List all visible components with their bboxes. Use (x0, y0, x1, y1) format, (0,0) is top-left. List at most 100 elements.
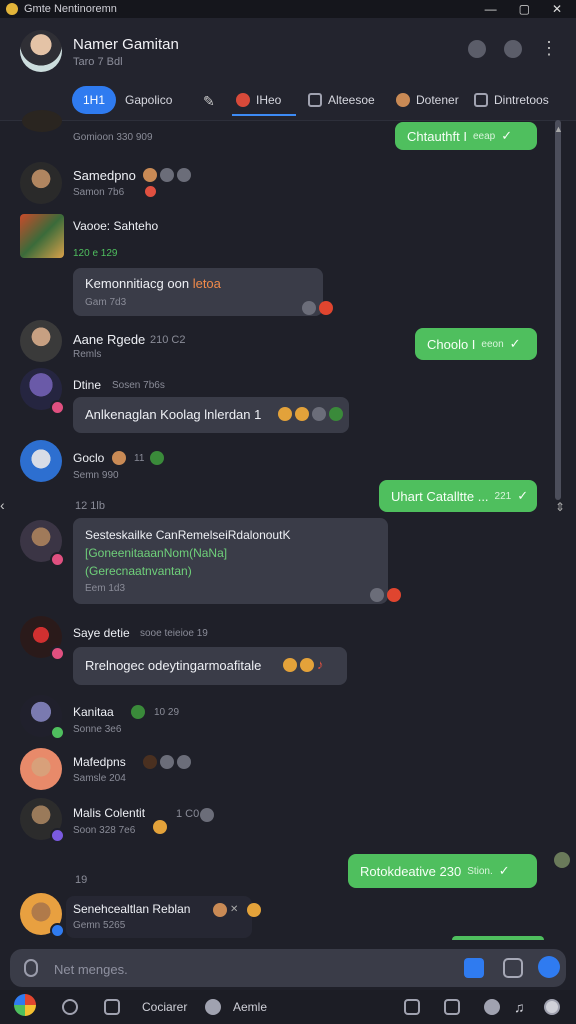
message-meta: 1 C0 (176, 808, 200, 820)
message-time: 221 (494, 490, 512, 502)
angry-emoji-icon (319, 301, 333, 315)
message-time: eeon (481, 338, 504, 350)
emoji-icon (150, 451, 164, 465)
profile-button[interactable] (484, 998, 500, 1016)
message-time: Gam 7d3 (85, 297, 127, 308)
emoji-picker-icon[interactable] (503, 958, 523, 978)
tab-alteesoe[interactable]: Alteesoe (308, 88, 375, 112)
scrollbar[interactable] (555, 120, 561, 500)
tab-1h1[interactable]: 1H1 (72, 86, 117, 114)
launcher-icon (14, 994, 36, 1016)
online-status-badge (50, 725, 65, 740)
outgoing-message[interactable]: Chtauthft I eeap ✓ (395, 122, 537, 150)
outgoing-message-partial (452, 936, 544, 940)
sender-name[interactable]: Goclo (73, 451, 104, 465)
image-thumbnail[interactable] (20, 214, 64, 258)
reaction-group[interactable] (131, 705, 145, 719)
settings-button[interactable] (544, 998, 560, 1016)
scroll-up-icon[interactable]: ▲ (554, 124, 563, 134)
tab-label: IHeo (256, 93, 282, 107)
emoji-icon (177, 755, 191, 769)
reaction-group[interactable]: ♪ (283, 658, 331, 672)
emoji-icon (295, 407, 309, 421)
reaction-group[interactable]: ✕ (213, 903, 261, 917)
check-icon (205, 999, 221, 1015)
reaction-group[interactable] (278, 407, 343, 421)
sender-name[interactable]: Dtine (73, 378, 101, 392)
tab-pin[interactable]: ✎ (203, 88, 217, 112)
message-input[interactable] (52, 957, 436, 981)
user-avatar[interactable] (20, 440, 62, 482)
incoming-message[interactable]: Sesteskailke CanRemelseiRdalonoutK [Gone… (73, 518, 388, 604)
status-badge (50, 400, 65, 415)
contact-avatar[interactable] (20, 30, 62, 72)
emoji-icon (247, 903, 261, 917)
tab-label: Gapolico (125, 93, 173, 107)
read-check-icon: ✓ (501, 128, 513, 143)
status-badge (50, 646, 65, 661)
incoming-message[interactable]: Kemonnitiacg oon letoa Gam 7d3 (73, 268, 323, 316)
maximize-button[interactable]: ▢ (519, 2, 530, 16)
scroll-down-icon[interactable]: ⇕ (555, 500, 565, 514)
call-icon[interactable] (468, 40, 486, 58)
message-list: Gomioon 330 909 Chtauthft I eeap ✓ Samed… (0, 110, 576, 948)
reaction-group[interactable] (112, 451, 126, 465)
tab-dintretoos[interactable]: Dintretoos (474, 88, 549, 112)
video-icon[interactable] (504, 40, 522, 58)
message-time: Soon 328 7e6 (73, 825, 136, 836)
reaction-badge-icon (143, 184, 158, 199)
user-avatar[interactable] (20, 320, 62, 362)
sender-name[interactable]: Malis Colentit (73, 806, 145, 820)
user-avatar[interactable] (20, 162, 62, 204)
reaction-group[interactable] (153, 820, 167, 834)
outgoing-message[interactable]: Uhart Catalltte ... 221 ✓ (379, 480, 537, 512)
compose-icon (444, 999, 460, 1015)
emoji-icon (143, 755, 157, 769)
sender-name[interactable]: Saye detie (73, 626, 130, 640)
image-icon (308, 93, 322, 107)
message-time: Eem 1d3 (85, 583, 126, 594)
message-time: Samsle 204 (73, 773, 126, 784)
chat-bubble-button[interactable] (62, 998, 78, 1016)
collapse-arrow-icon[interactable]: ‹ (0, 497, 5, 513)
reaction-group[interactable] (143, 755, 191, 769)
app-switcher-button[interactable] (14, 994, 36, 1016)
message-time: Sonne 3e6 (73, 724, 122, 735)
send-button[interactable] (538, 956, 560, 978)
aemle-button[interactable]: Aemle (205, 998, 267, 1016)
cociarer-button[interactable]: Cociarer (104, 998, 187, 1016)
tab-dotener[interactable]: Dotener (396, 88, 459, 112)
sender-name[interactable]: Vaooe: Sahteho (73, 219, 158, 233)
reaction-group[interactable] (370, 588, 401, 602)
more-options-icon[interactable]: ⋮ (540, 39, 558, 58)
reaction-group[interactable] (150, 451, 164, 465)
pin-icon: ✎ (203, 93, 215, 109)
microphone-icon[interactable] (24, 959, 38, 977)
reaction-group[interactable] (302, 301, 333, 315)
contact-name[interactable]: Namer Gamitan (73, 36, 179, 53)
sender-name[interactable]: Kanitaa (73, 705, 114, 719)
user-avatar[interactable] (22, 110, 62, 132)
message-time: Semn 990 (73, 470, 119, 481)
minimize-button[interactable]: — (485, 2, 497, 16)
calendar-icon (104, 999, 120, 1015)
header-actions: ⋮ (468, 39, 558, 58)
tab-iheo[interactable]: IHeo (236, 88, 281, 112)
close-button[interactable]: ✕ (552, 2, 562, 16)
compose-button[interactable] (444, 998, 460, 1016)
reaction-group[interactable] (200, 808, 214, 822)
tab-gapolico[interactable]: Gapolico (125, 88, 172, 112)
emoji-icon (177, 168, 191, 182)
emoji-icon (112, 451, 126, 465)
sender-name[interactable]: Mafedpns (73, 755, 126, 769)
expand-button[interactable] (404, 998, 420, 1016)
user-avatar[interactable] (20, 748, 62, 790)
sender-name[interactable]: Samedpno (73, 168, 136, 183)
outgoing-message[interactable]: Choolo I eeon ✓ (415, 328, 537, 360)
sound-button[interactable]: ♫ (514, 998, 525, 1016)
reaction-group[interactable] (143, 168, 191, 182)
outgoing-message[interactable]: Rotokdeative 230 Stion. ✓ (348, 854, 537, 888)
attach-icon[interactable] (464, 958, 484, 978)
message-text: [GoneenitaaanNom(NaNa] (85, 546, 228, 560)
sender-name[interactable]: Aane Rgede (73, 332, 145, 347)
